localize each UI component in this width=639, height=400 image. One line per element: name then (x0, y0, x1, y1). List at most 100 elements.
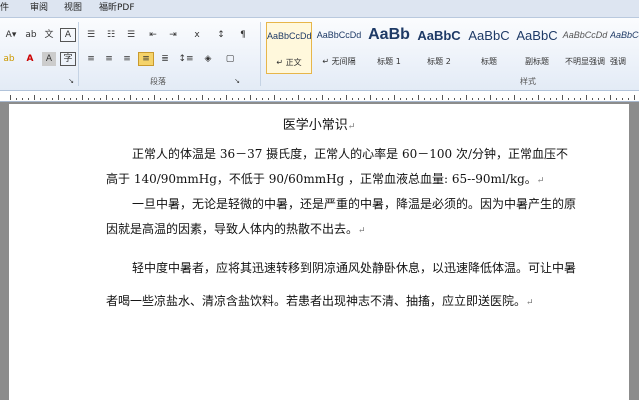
ruler-tick (112, 98, 113, 100)
ruler-tick (214, 98, 215, 100)
style-no-spacing[interactable]: AaBbCcDd ↵ 无间隔 (316, 22, 362, 74)
ruler-tick (16, 98, 17, 100)
ruler-tick (58, 95, 59, 100)
ruler-tick (118, 98, 119, 100)
ruler-tick (64, 98, 65, 100)
font-color-icon[interactable]: A (22, 52, 38, 66)
shading-icon[interactable]: ◈ (200, 52, 216, 66)
paragraph-2: 一旦中暑，无论是轻微的中暑，还是严重的中暑，降温是必须的。因为中暑产生的原因就是… (106, 192, 576, 244)
ruler-tick (460, 98, 461, 100)
ruler-tick (496, 98, 497, 100)
ruler-tick (514, 95, 515, 100)
style-heading-1[interactable]: AaBb 标题 1 (366, 22, 412, 74)
ruler-tick (280, 98, 281, 100)
style-preview: AaBbC (468, 28, 510, 43)
increase-indent-icon[interactable]: ⇥ (166, 28, 180, 42)
tab-view[interactable]: 视图 (64, 2, 82, 14)
separator (260, 22, 261, 86)
ruler-tick (478, 98, 479, 100)
separator (78, 22, 79, 86)
ruler-tick (634, 95, 635, 100)
style-subtle-emphasis[interactable]: AaBbCcDd 不明显强调 (562, 22, 608, 74)
style-title[interactable]: AaBbC 标题 (466, 22, 512, 74)
decrease-indent-icon[interactable]: ⇤ (146, 28, 160, 42)
ruler-tick (52, 98, 53, 100)
align-left-icon[interactable]: ≡ (84, 52, 98, 66)
ruler-tick (298, 95, 299, 100)
style-emphasis[interactable]: AaBbCcDd 强调 (610, 22, 639, 74)
ruler-tick (82, 95, 83, 100)
font-dialog-launcher-icon[interactable]: ↘ (66, 74, 76, 88)
multilevel-list-icon[interactable]: ☰ (124, 28, 138, 42)
ruler-tick (382, 98, 383, 100)
highlight-icon[interactable]: ab (2, 52, 16, 66)
ruler-tick (604, 98, 605, 100)
ruler-tick (418, 95, 419, 100)
chinese-layout-icon[interactable]: ⅹ (190, 28, 204, 42)
phonetic-guide-icon[interactable]: 文 (42, 28, 56, 42)
paragraph-dialog-launcher-icon[interactable]: ↘ (232, 74, 242, 88)
ruler-tick (454, 98, 455, 100)
ruler-tick (208, 98, 209, 100)
ruler-tick (322, 95, 323, 100)
ruler-tick (532, 98, 533, 100)
ruler-tick (376, 98, 377, 100)
borders-icon[interactable]: ▢ (222, 52, 238, 66)
ruler-tick (130, 95, 131, 100)
tab-foxit-pdf[interactable]: 福昕PDF (99, 2, 135, 14)
ruler-tick (364, 98, 365, 100)
style-name: 标题 1 (377, 57, 401, 66)
tab-file[interactable]: 件 (0, 2, 9, 14)
style-preview: AaBbCcDd (562, 30, 608, 40)
ruler-tick (250, 95, 251, 100)
ruler-tick (388, 98, 389, 100)
ruler-tick (394, 95, 395, 100)
ruler-tick (160, 98, 161, 100)
ruler-tick (406, 98, 407, 100)
tab-review[interactable]: 审阅 (30, 2, 48, 14)
ruler-tick (46, 98, 47, 100)
style-normal[interactable]: AaBbCcDd ↵ 正文 (266, 22, 312, 74)
ruler-tick (94, 98, 95, 100)
ruler-tick (76, 98, 77, 100)
ruler-tick (220, 98, 221, 100)
distributed-icon[interactable]: ≣ (158, 52, 172, 66)
style-heading-2[interactable]: AaBbC 标题 2 (416, 22, 462, 74)
style-preview: AaBbCcDd (316, 30, 362, 40)
ruler-tick (340, 98, 341, 100)
sort-icon[interactable]: ↕ (214, 28, 228, 42)
ruler-tick (142, 98, 143, 100)
ruler-tick (286, 98, 287, 100)
ruler-tick (10, 95, 11, 100)
bullets-icon[interactable]: ☰ (84, 28, 98, 42)
justify-icon[interactable]: ≡ (138, 52, 154, 66)
ruler-tick (628, 98, 629, 100)
ruler-tick (580, 98, 581, 100)
ruler-tick (502, 98, 503, 100)
document-page[interactable]: 医学小常识↵ 正常人的体温是 36－37 摄氏度，正常人的心率是 60－100 … (9, 104, 629, 400)
ruler-tick (586, 95, 587, 100)
ruler-tick (304, 98, 305, 100)
styles-group-label: 样式 (520, 77, 536, 86)
ruler-tick (154, 95, 155, 100)
char-shading-icon[interactable]: A (42, 52, 56, 66)
character-border-icon[interactable]: A (60, 28, 76, 42)
line-spacing-icon[interactable]: ↕≡ (178, 52, 194, 66)
style-subtitle[interactable]: AaBbC 副标题 (514, 22, 560, 74)
enclose-char-icon[interactable]: 字 (60, 52, 76, 66)
ruler-tick (472, 98, 473, 100)
numbering-icon[interactable]: ☷ (104, 28, 118, 42)
ruler-tick (526, 98, 527, 100)
ribbon: A▾ ab 文 A ab A A 字 ☰ ☷ ☰ ⇤ ⇥ ⅹ ↕ ¶ ≡ ≡ ≡… (0, 18, 639, 91)
horizontal-ruler[interactable] (0, 91, 639, 102)
align-center-icon[interactable]: ≡ (102, 52, 116, 66)
ruler-tick (238, 98, 239, 100)
show-marks-icon[interactable]: ¶ (236, 28, 250, 42)
ruler-tick (448, 98, 449, 100)
text-effect-icon[interactable]: ab (24, 28, 38, 42)
paragraph-mark: ↵ (347, 122, 356, 132)
ruler-tick (226, 95, 227, 100)
align-right-icon[interactable]: ≡ (120, 52, 134, 66)
font-size-grow-icon[interactable]: A▾ (2, 28, 20, 42)
ruler-tick (244, 98, 245, 100)
